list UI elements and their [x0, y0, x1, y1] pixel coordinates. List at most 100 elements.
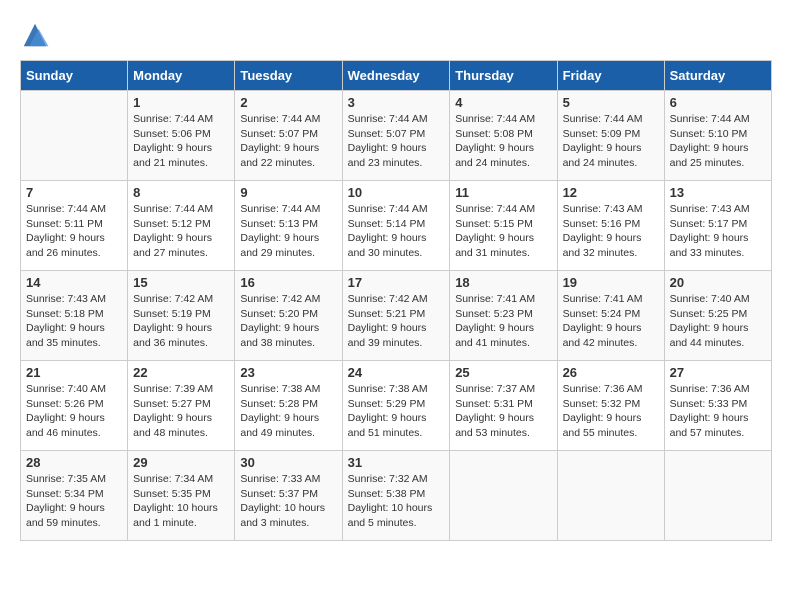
- day-number: 23: [240, 365, 336, 380]
- day-number: 20: [670, 275, 766, 290]
- day-number: 13: [670, 185, 766, 200]
- day-info: Sunrise: 7:44 AM Sunset: 5:11 PM Dayligh…: [26, 202, 122, 261]
- day-number: 7: [26, 185, 122, 200]
- day-info: Sunrise: 7:44 AM Sunset: 5:15 PM Dayligh…: [455, 202, 551, 261]
- day-info: Sunrise: 7:44 AM Sunset: 5:09 PM Dayligh…: [563, 112, 659, 171]
- calendar-cell: 11 Sunrise: 7:44 AM Sunset: 5:15 PM Dayli…: [450, 181, 557, 271]
- calendar-cell: 4 Sunrise: 7:44 AM Sunset: 5:08 PM Daylig…: [450, 91, 557, 181]
- day-number: 3: [348, 95, 445, 110]
- day-info: Sunrise: 7:44 AM Sunset: 5:07 PM Dayligh…: [348, 112, 445, 171]
- calendar-cell: [557, 451, 664, 541]
- day-number: 5: [563, 95, 659, 110]
- day-number: 19: [563, 275, 659, 290]
- day-info: Sunrise: 7:41 AM Sunset: 5:24 PM Dayligh…: [563, 292, 659, 351]
- page-header: [20, 20, 772, 50]
- day-number: 26: [563, 365, 659, 380]
- day-number: 31: [348, 455, 445, 470]
- day-number: 16: [240, 275, 336, 290]
- calendar-week-row: 7 Sunrise: 7:44 AM Sunset: 5:11 PM Daylig…: [21, 181, 772, 271]
- day-info: Sunrise: 7:44 AM Sunset: 5:08 PM Dayligh…: [455, 112, 551, 171]
- day-info: Sunrise: 7:36 AM Sunset: 5:32 PM Dayligh…: [563, 382, 659, 441]
- day-info: Sunrise: 7:39 AM Sunset: 5:27 PM Dayligh…: [133, 382, 229, 441]
- day-number: 11: [455, 185, 551, 200]
- day-info: Sunrise: 7:42 AM Sunset: 5:19 PM Dayligh…: [133, 292, 229, 351]
- calendar-cell: 20Sunrise: 7:40 AM Sunset: 5:25 PM Dayli…: [664, 271, 771, 361]
- calendar-cell: 9 Sunrise: 7:44 AM Sunset: 5:13 PM Daylig…: [235, 181, 342, 271]
- calendar-cell: 12Sunrise: 7:43 AM Sunset: 5:16 PM Dayli…: [557, 181, 664, 271]
- day-number: 1: [133, 95, 229, 110]
- calendar-cell: 10 Sunrise: 7:44 AM Sunset: 5:14 PM Dayli…: [342, 181, 450, 271]
- calendar-cell: 8 Sunrise: 7:44 AM Sunset: 5:12 PM Daylig…: [128, 181, 235, 271]
- calendar-cell: 27Sunrise: 7:36 AM Sunset: 5:33 PM Dayli…: [664, 361, 771, 451]
- day-info: Sunrise: 7:38 AM Sunset: 5:29 PM Dayligh…: [348, 382, 445, 441]
- day-number: 10: [348, 185, 445, 200]
- day-info: Sunrise: 7:44 AM Sunset: 5:07 PM Dayligh…: [240, 112, 336, 171]
- day-number: 4: [455, 95, 551, 110]
- calendar-table: SundayMondayTuesdayWednesdayThursdayFrid…: [20, 60, 772, 541]
- day-info: Sunrise: 7:42 AM Sunset: 5:20 PM Dayligh…: [240, 292, 336, 351]
- calendar-cell: 15 Sunrise: 7:42 AM Sunset: 5:19 PM Dayli…: [128, 271, 235, 361]
- day-number: 6: [670, 95, 766, 110]
- calendar-cell: [21, 91, 128, 181]
- day-info: Sunrise: 7:34 AM Sunset: 5:35 PM Dayligh…: [133, 472, 229, 531]
- calendar-cell: 17 Sunrise: 7:42 AM Sunset: 5:21 PM Dayli…: [342, 271, 450, 361]
- column-header-saturday: Saturday: [664, 61, 771, 91]
- day-info: Sunrise: 7:44 AM Sunset: 5:12 PM Dayligh…: [133, 202, 229, 261]
- day-info: Sunrise: 7:41 AM Sunset: 5:23 PM Dayligh…: [455, 292, 551, 351]
- calendar-cell: [664, 451, 771, 541]
- column-header-friday: Friday: [557, 61, 664, 91]
- calendar-week-row: 14 Sunrise: 7:43 AM Sunset: 5:18 PM Dayli…: [21, 271, 772, 361]
- day-number: 21: [26, 365, 122, 380]
- day-number: 12: [563, 185, 659, 200]
- day-info: Sunrise: 7:38 AM Sunset: 5:28 PM Dayligh…: [240, 382, 336, 441]
- calendar-cell: 31Sunrise: 7:32 AM Sunset: 5:38 PM Dayli…: [342, 451, 450, 541]
- calendar-cell: 26 Sunrise: 7:36 AM Sunset: 5:32 PM Dayli…: [557, 361, 664, 451]
- day-number: 9: [240, 185, 336, 200]
- day-info: Sunrise: 7:33 AM Sunset: 5:37 PM Dayligh…: [240, 472, 336, 531]
- day-number: 8: [133, 185, 229, 200]
- calendar-cell: 30 Sunrise: 7:33 AM Sunset: 5:37 PM Dayli…: [235, 451, 342, 541]
- calendar-cell: 28 Sunrise: 7:35 AM Sunset: 5:34 PM Dayli…: [21, 451, 128, 541]
- column-header-sunday: Sunday: [21, 61, 128, 91]
- calendar-cell: 1 Sunrise: 7:44 AM Sunset: 5:06 PM Daylig…: [128, 91, 235, 181]
- day-info: Sunrise: 7:44 AM Sunset: 5:06 PM Dayligh…: [133, 112, 229, 171]
- calendar-week-row: 28 Sunrise: 7:35 AM Sunset: 5:34 PM Dayli…: [21, 451, 772, 541]
- day-number: 15: [133, 275, 229, 290]
- calendar-cell: 29Sunrise: 7:34 AM Sunset: 5:35 PM Dayli…: [128, 451, 235, 541]
- calendar-cell: 14 Sunrise: 7:43 AM Sunset: 5:18 PM Dayli…: [21, 271, 128, 361]
- calendar-header-row: SundayMondayTuesdayWednesdayThursdayFrid…: [21, 61, 772, 91]
- day-info: Sunrise: 7:44 AM Sunset: 5:10 PM Dayligh…: [670, 112, 766, 171]
- column-header-tuesday: Tuesday: [235, 61, 342, 91]
- day-number: 30: [240, 455, 336, 470]
- day-info: Sunrise: 7:44 AM Sunset: 5:14 PM Dayligh…: [348, 202, 445, 261]
- calendar-cell: 23 Sunrise: 7:38 AM Sunset: 5:28 PM Dayli…: [235, 361, 342, 451]
- calendar-cell: 3 Sunrise: 7:44 AM Sunset: 5:07 PM Daylig…: [342, 91, 450, 181]
- calendar-cell: [450, 451, 557, 541]
- day-info: Sunrise: 7:40 AM Sunset: 5:26 PM Dayligh…: [26, 382, 122, 441]
- calendar-cell: 21 Sunrise: 7:40 AM Sunset: 5:26 PM Dayli…: [21, 361, 128, 451]
- day-number: 18: [455, 275, 551, 290]
- calendar-cell: 25 Sunrise: 7:37 AM Sunset: 5:31 PM Dayli…: [450, 361, 557, 451]
- day-info: Sunrise: 7:35 AM Sunset: 5:34 PM Dayligh…: [26, 472, 122, 531]
- calendar-cell: 5 Sunrise: 7:44 AM Sunset: 5:09 PM Daylig…: [557, 91, 664, 181]
- day-number: 14: [26, 275, 122, 290]
- calendar-week-row: 21 Sunrise: 7:40 AM Sunset: 5:26 PM Dayli…: [21, 361, 772, 451]
- calendar-cell: 2 Sunrise: 7:44 AM Sunset: 5:07 PM Daylig…: [235, 91, 342, 181]
- logo-icon: [20, 20, 50, 50]
- day-info: Sunrise: 7:36 AM Sunset: 5:33 PM Dayligh…: [670, 382, 766, 441]
- day-info: Sunrise: 7:42 AM Sunset: 5:21 PM Dayligh…: [348, 292, 445, 351]
- day-info: Sunrise: 7:44 AM Sunset: 5:13 PM Dayligh…: [240, 202, 336, 261]
- calendar-cell: 7 Sunrise: 7:44 AM Sunset: 5:11 PM Daylig…: [21, 181, 128, 271]
- day-info: Sunrise: 7:37 AM Sunset: 5:31 PM Dayligh…: [455, 382, 551, 441]
- day-info: Sunrise: 7:43 AM Sunset: 5:18 PM Dayligh…: [26, 292, 122, 351]
- column-header-thursday: Thursday: [450, 61, 557, 91]
- day-number: 25: [455, 365, 551, 380]
- day-number: 2: [240, 95, 336, 110]
- column-header-wednesday: Wednesday: [342, 61, 450, 91]
- calendar-cell: 18 Sunrise: 7:41 AM Sunset: 5:23 PM Dayli…: [450, 271, 557, 361]
- calendar-cell: 22Sunrise: 7:39 AM Sunset: 5:27 PM Dayli…: [128, 361, 235, 451]
- day-number: 28: [26, 455, 122, 470]
- calendar-cell: 24Sunrise: 7:38 AM Sunset: 5:29 PM Dayli…: [342, 361, 450, 451]
- logo: [20, 20, 54, 50]
- day-number: 17: [348, 275, 445, 290]
